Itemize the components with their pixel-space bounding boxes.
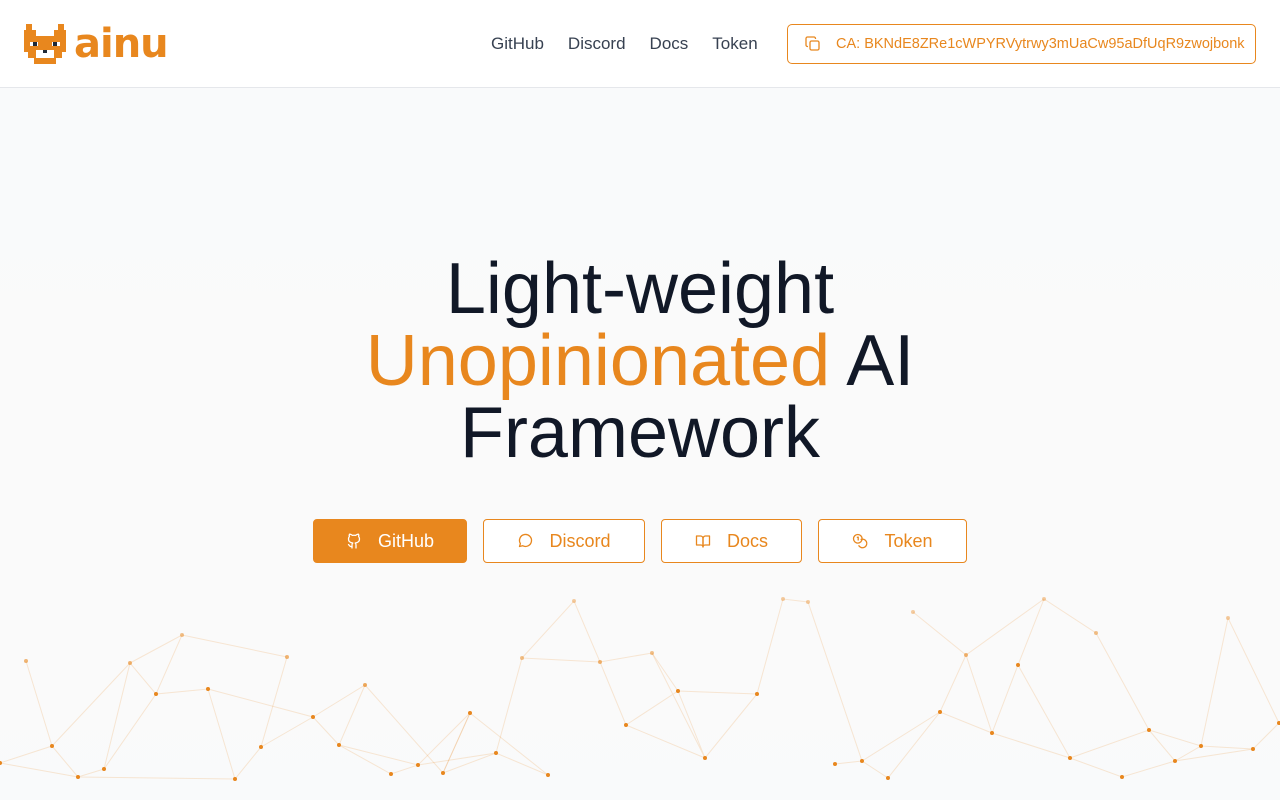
nav-link-docs[interactable]: Docs — [650, 33, 689, 55]
nav-link-token[interactable]: Token — [712, 33, 757, 55]
discord-button-label: Discord — [549, 530, 611, 551]
coins-icon — [853, 533, 868, 549]
headline-accent-word: Unopinionated — [365, 321, 831, 401]
github-button-label: GitHub — [377, 530, 435, 551]
book-icon — [695, 535, 711, 548]
headline-line-3: Framework — [459, 393, 821, 473]
chat-bubble-icon — [519, 533, 533, 548]
nav-link-discord[interactable]: Discord — [568, 33, 626, 55]
docs-button[interactable]: Docs — [661, 519, 802, 563]
copy-contract-address-button[interactable]: CA: BKNdE8ZRe1cWPYRVytrwy3mUaCw95aDfUqR9… — [787, 24, 1256, 64]
top-nav: GitHub Discord Docs Token — [491, 33, 782, 55]
docs-button-label: Docs — [726, 530, 768, 551]
top-header: ainu GitHub Discord Docs Token CA: BKNdE… — [0, 0, 1280, 88]
github-icon — [347, 533, 361, 549]
headline-line-1: Light-weight — [445, 249, 835, 329]
shiba-logo-icon — [24, 24, 66, 64]
copy-icon — [805, 36, 820, 51]
github-button[interactable]: GitHub — [313, 519, 467, 563]
nav-link-github[interactable]: GitHub — [491, 33, 544, 55]
token-button[interactable]: Token — [818, 519, 967, 563]
token-button-label: Token — [884, 530, 933, 551]
hero-headline: Light-weight Unopinionated AI Framework — [0, 253, 1280, 469]
discord-button[interactable]: Discord — [483, 519, 645, 563]
headline-line-2-rest: AI — [846, 321, 915, 401]
logo-text: ainu — [74, 21, 169, 67]
contract-address-text: CA: BKNdE8ZRe1cWPYRVytrwy3mUaCw95aDfUqR9… — [836, 36, 1245, 52]
network-graph-decoration — [0, 597, 1280, 781]
logo-link[interactable]: ainu — [24, 21, 169, 67]
